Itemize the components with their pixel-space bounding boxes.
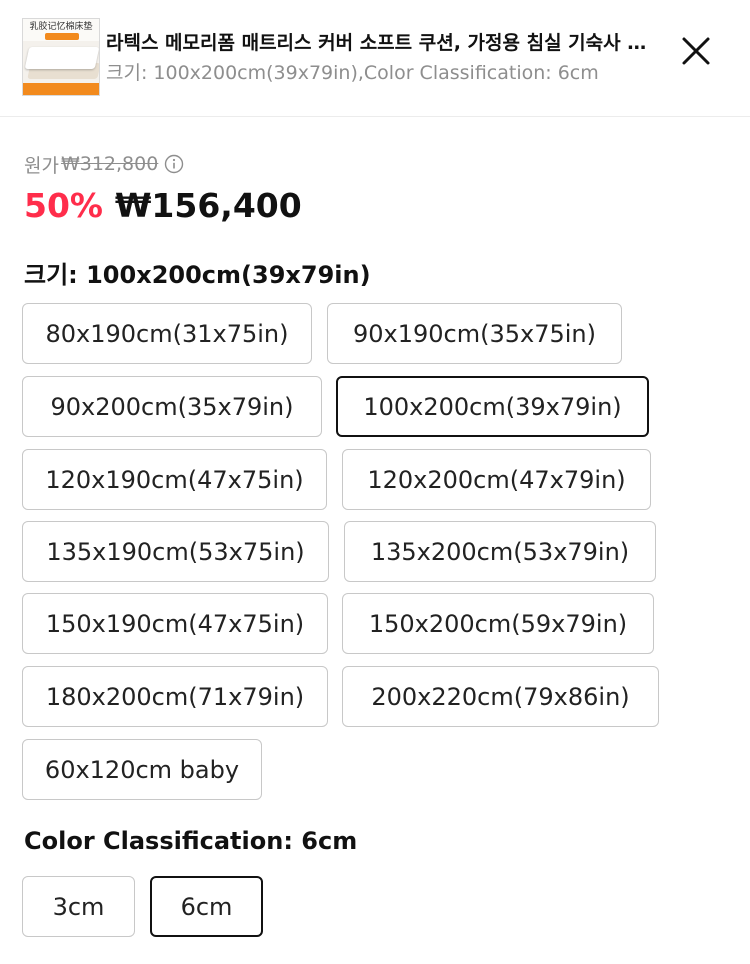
size-section-title: 크기: 100x200cm(39x79in) [24, 261, 371, 289]
size-option[interactable]: 150x200cm(59x79in) [342, 593, 654, 654]
sale-price-row: 50% ₩156,400 [24, 186, 302, 225]
product-title: 라텍스 메모리폼 매트리스 커버 소프트 쿠션, 가정용 침실 기숙사 매트리스 [106, 32, 656, 54]
size-option[interactable]: 90x200cm(35x79in) [22, 376, 322, 437]
color-section-title: Color Classification: 6cm [24, 827, 358, 855]
size-option[interactable]: 200x220cm(79x86in) [342, 666, 659, 727]
size-option[interactable]: 60x120cm baby [22, 739, 262, 800]
sale-price: ₩156,400 [115, 186, 302, 225]
size-option[interactable]: 180x200cm(71x79in) [22, 666, 328, 727]
original-price: ₩312,800 [60, 153, 159, 175]
size-option[interactable]: 120x200cm(47x79in) [342, 449, 651, 510]
selected-variant-summary: 크기: 100x200cm(39x79in),Color Classificat… [106, 62, 599, 84]
info-icon[interactable] [164, 154, 184, 174]
product-thumbnail[interactable]: 乳胶记忆棉床垫 [22, 18, 100, 96]
size-option[interactable]: 120x190cm(47x75in) [22, 449, 327, 510]
size-option[interactable]: 150x190cm(47x75in) [22, 593, 328, 654]
original-price-label: 원가 [24, 154, 59, 177]
close-button[interactable] [678, 33, 714, 69]
color-option-selected[interactable]: 6cm [150, 876, 263, 937]
size-option[interactable]: 80x190cm(31x75in) [22, 303, 312, 364]
size-option-selected[interactable]: 100x200cm(39x79in) [336, 376, 649, 437]
size-option[interactable]: 135x190cm(53x75in) [22, 521, 329, 582]
size-option[interactable]: 135x200cm(53x79in) [344, 521, 656, 582]
color-option[interactable]: 3cm [22, 876, 135, 937]
sku-selector-sheet: 乳胶记忆棉床垫 라텍스 메모리폼 매트리스 커버 소프트 쿠션, 가정용 침실 … [0, 0, 750, 964]
close-icon [682, 37, 710, 65]
original-price-row: 원가 ₩312,800 [24, 151, 184, 177]
discount-rate: 50% [24, 186, 103, 225]
sheet-header: 乳胶记忆棉床垫 라텍스 메모리폼 매트리스 커버 소프트 쿠션, 가정용 침실 … [0, 0, 750, 117]
size-option[interactable]: 90x190cm(35x75in) [327, 303, 622, 364]
